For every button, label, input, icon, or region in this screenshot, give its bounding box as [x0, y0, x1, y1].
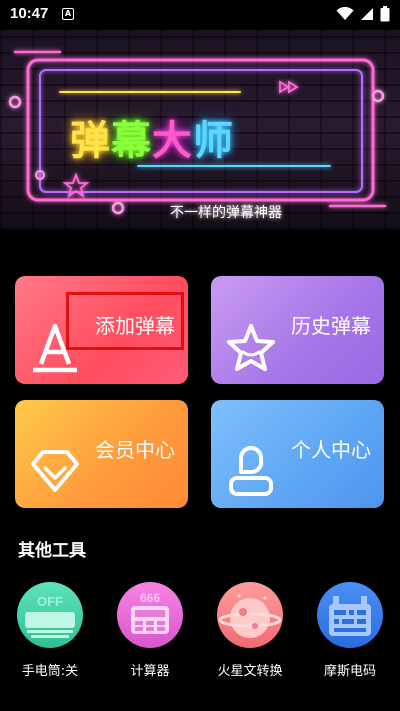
vip-center-label: 会员中心 — [95, 438, 175, 462]
personal-center-label: 个人中心 — [291, 438, 371, 462]
calculator-icon: 666 — [117, 582, 183, 648]
flashlight-icon: OFF — [17, 582, 83, 648]
notification-icon: A — [62, 8, 74, 20]
calculator-label: 计算器 — [130, 664, 170, 679]
history-danmaku-label: 历史弹幕 — [291, 314, 371, 338]
status-time: 10:47 — [10, 5, 49, 22]
personal-center-card[interactable]: 个人中心 — [211, 400, 384, 508]
planet-icon — [217, 582, 283, 648]
martian-text-label: 火星文转换 — [217, 664, 283, 679]
flashlight-label: 手电筒:关 — [21, 664, 79, 679]
flashlight-badge: OFF — [37, 594, 63, 609]
title-char: 幕 — [111, 118, 152, 164]
calculator-badge: 666 — [140, 591, 160, 605]
morse-code-tool[interactable]: 摩斯电码 — [310, 582, 390, 679]
title-char: 弹 — [70, 118, 111, 164]
star-icon — [227, 324, 275, 371]
banner[interactable]: 弹幕大师 不一样的弹幕神器 — [0, 30, 400, 230]
highlight-box — [66, 292, 184, 350]
calculator-tool[interactable]: 666 计算器 — [110, 582, 190, 679]
vip-center-card[interactable]: 会员中心 — [15, 400, 188, 508]
banner-title: 弹幕大师 — [70, 108, 234, 166]
diamond-icon — [31, 450, 79, 492]
battery-icon — [380, 6, 390, 22]
morse-code-icon — [317, 582, 383, 648]
title-char: 师 — [193, 118, 234, 164]
flashlight-tool[interactable]: OFF 手电筒:关 — [10, 582, 90, 679]
title-char: 大 — [152, 118, 193, 164]
status-bar: 10:47 A — [0, 0, 400, 30]
other-tools-title: 其他工具 — [18, 541, 86, 561]
history-danmaku-card[interactable]: 历史弹幕 — [211, 276, 384, 384]
martian-text-tool[interactable]: 火星文转换 — [210, 582, 290, 679]
person-icon — [229, 446, 273, 496]
signal-icon — [361, 8, 373, 20]
wifi-icon — [336, 7, 354, 20]
banner-subtitle: 不一样的弹幕神器 — [170, 205, 282, 221]
morse-code-label: 摩斯电码 — [323, 664, 376, 679]
status-icons — [336, 6, 390, 22]
